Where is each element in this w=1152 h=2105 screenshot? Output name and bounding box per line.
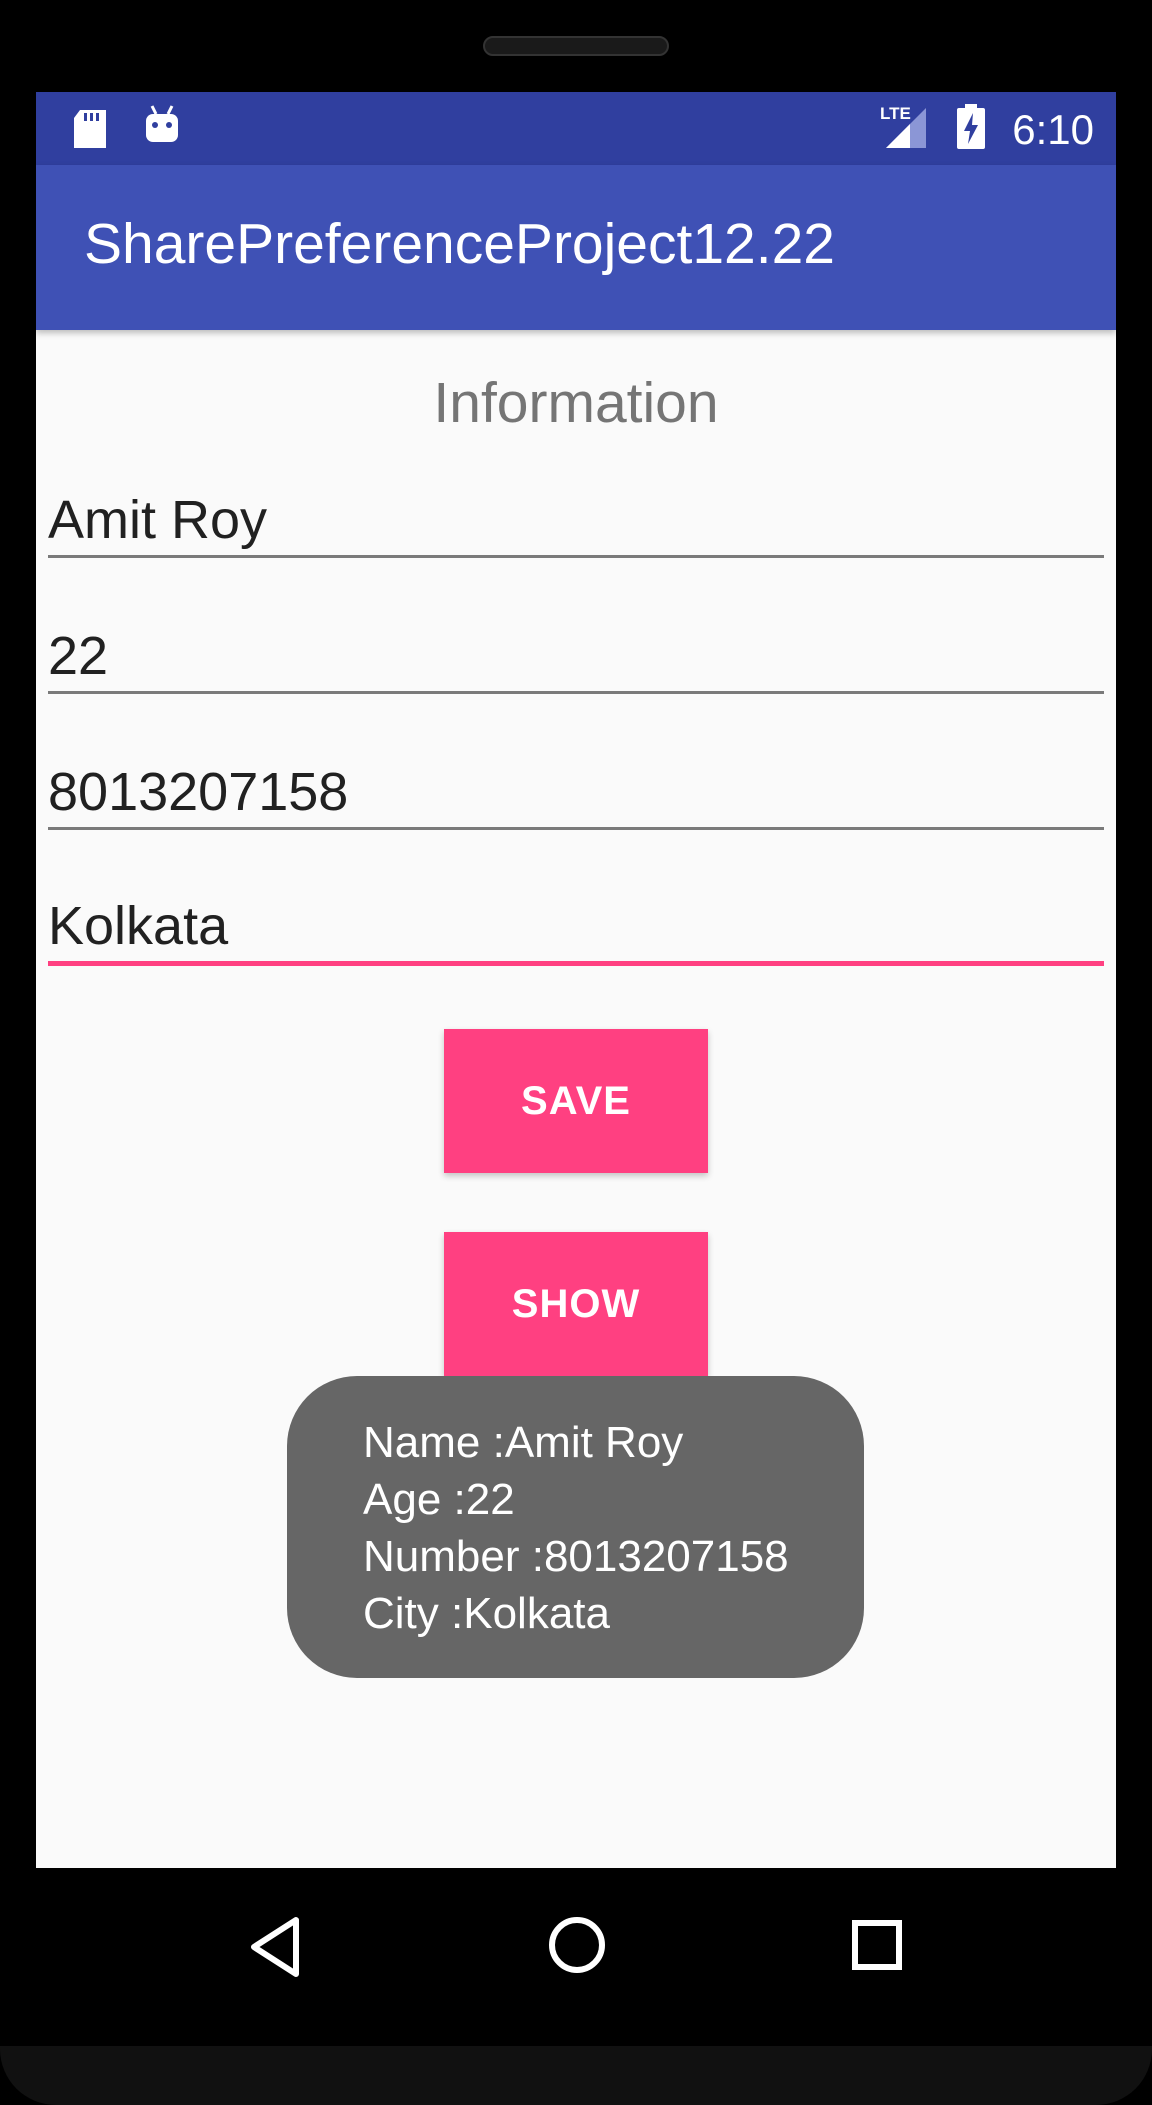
age-field-value: 22 <box>48 626 109 686</box>
form-heading: Information <box>433 371 719 435</box>
status-clock: 6:10 <box>1012 106 1094 153</box>
back-icon[interactable] <box>246 1914 306 1984</box>
earpiece-speaker <box>483 36 669 56</box>
save-button[interactable]: SAVE <box>444 1029 708 1173</box>
number-field-value: 8013207158 <box>48 762 349 822</box>
battery-charging-icon <box>956 104 986 154</box>
age-field[interactable]: 22 <box>48 612 1104 694</box>
city-field[interactable]: Kolkata <box>48 884 1104 966</box>
recents-icon[interactable] <box>850 1918 904 1976</box>
home-icon[interactable] <box>546 1914 608 1980</box>
name-field[interactable]: Amit Roy <box>48 476 1104 558</box>
toast-text: Name :Amit Roy Age :22 Number :801320715… <box>363 1414 789 1642</box>
app-bar: SharePreferenceProject12.22 <box>36 165 1116 330</box>
status-bar: LTE 6:10 <box>36 92 1116 165</box>
system-nav-bar <box>36 1868 1116 2048</box>
toast-line-name: Name :Amit Roy <box>363 1418 684 1467</box>
android-icon <box>144 104 180 150</box>
city-field-value: Kolkata <box>48 896 229 956</box>
toast-line-age: Age :22 <box>363 1475 515 1524</box>
device-chin <box>0 2046 1152 2105</box>
app-title: SharePreferenceProject12.22 <box>84 212 835 276</box>
toast-line-city: City :Kolkata <box>363 1589 610 1638</box>
name-field-value: Amit Roy <box>48 490 268 550</box>
sd-card-icon <box>72 108 108 154</box>
screen: LTE 6:10 SharePreferenceProject12.22 Inf… <box>36 92 1116 1868</box>
device-frame: LTE 6:10 SharePreferenceProject12.22 Inf… <box>0 0 1152 2105</box>
toast-line-number: Number :8013207158 <box>363 1532 789 1581</box>
number-field[interactable]: 8013207158 <box>48 748 1104 830</box>
show-button[interactable]: SHOW <box>444 1232 708 1376</box>
info-toast: Name :Amit Roy Age :22 Number :801320715… <box>287 1376 864 1678</box>
